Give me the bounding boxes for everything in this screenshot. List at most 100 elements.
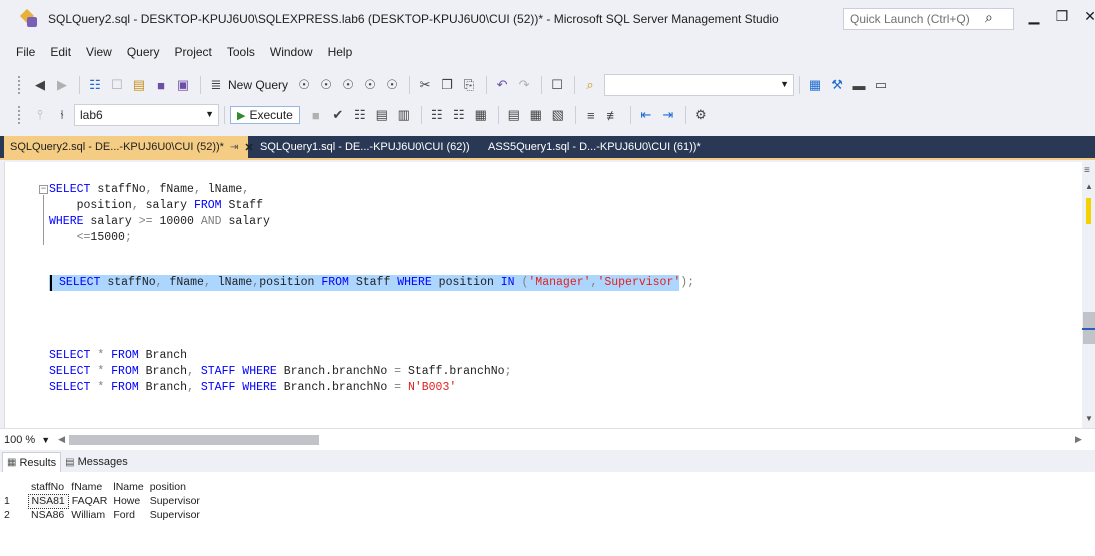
stop-icon[interactable]: ■ <box>306 105 326 125</box>
menu-file[interactable]: File <box>16 45 35 59</box>
estimated-plan-icon[interactable]: ☷ <box>350 105 370 125</box>
menu-view[interactable]: View <box>86 45 112 59</box>
new-file-icon[interactable]: ☐ <box>107 75 127 95</box>
parse-icon[interactable]: ✔ <box>328 105 348 125</box>
uncomment-icon[interactable]: ≢ <box>603 105 623 125</box>
menu-window[interactable]: Window <box>270 45 313 59</box>
tab-messages[interactable]: ▤ Messages <box>61 452 132 472</box>
scroll-right-icon[interactable]: ▶ <box>1075 434 1082 445</box>
execute-button[interactable]: ▶ Execute <box>230 106 300 124</box>
row-number-header[interactable] <box>0 480 28 494</box>
tab-ass5query1[interactable]: ASS5Query1.sql - D...-KPUJ6U0\CUI (61))* <box>482 136 707 158</box>
xmla-query-icon[interactable]: ☉ <box>360 75 380 95</box>
menu-project[interactable]: Project <box>175 45 212 59</box>
grid-cell[interactable]: FAQAR <box>68 494 110 508</box>
copy-icon[interactable]: ❐ <box>437 75 457 95</box>
split-window-icon[interactable]: ≡ <box>1084 165 1090 176</box>
toolbar-grip[interactable] <box>18 106 24 124</box>
cut-icon[interactable]: ✂ <box>415 75 435 95</box>
code-area[interactable]: − SELECT staffNo, fName, lName, position… <box>31 162 1083 428</box>
tab-sqlquery1[interactable]: SQLQuery1.sql - DE...-KPUJ6U0\CUI (62)) <box>254 136 476 158</box>
chevron-down-icon[interactable]: ▼ <box>41 435 50 445</box>
new-project-icon[interactable]: ☷ <box>85 75 105 95</box>
zoom-level[interactable]: 100 % <box>4 434 35 446</box>
tab-sqlquery2[interactable]: SQLQuery2.sql - DE...-KPUJ6U0\CUI (52))*… <box>4 136 254 158</box>
code-line: SELECT * FROM Branch <box>49 349 188 362</box>
query-options-icon[interactable]: ▤ <box>372 105 392 125</box>
search-icon[interactable]: ⌕ <box>985 9 993 26</box>
dax-query-icon[interactable]: ☉ <box>382 75 402 95</box>
database-select[interactable]: lab6 ▼ <box>74 104 219 126</box>
paste-icon[interactable]: ⎘ <box>459 75 479 95</box>
restore-icon[interactable]: ❐ <box>1052 8 1072 25</box>
connect-icon[interactable]: ⫯ <box>30 105 50 125</box>
menu-help[interactable]: Help <box>328 45 353 59</box>
chevron-down-icon[interactable]: ▼ <box>205 109 214 119</box>
toolbox-icon[interactable]: ▬ <box>849 75 869 95</box>
include-plan-icon[interactable]: ☷ <box>427 105 447 125</box>
properties-icon[interactable]: ▦ <box>805 75 825 95</box>
dmx-query-icon[interactable]: ☉ <box>338 75 358 95</box>
toolbar-grip[interactable] <box>18 76 24 94</box>
open-folder-icon[interactable]: ▤ <box>129 75 149 95</box>
client-stats-icon[interactable]: ▦ <box>471 105 491 125</box>
chevron-down-icon[interactable]: ▼ <box>780 79 789 89</box>
horizontal-scroll-thumb[interactable] <box>69 434 320 445</box>
column-header[interactable]: staffNo <box>28 480 68 494</box>
solution-config-icon[interactable]: ☐ <box>547 75 567 95</box>
grid-cell[interactable]: Supervisor <box>147 494 203 508</box>
results-to-file-icon[interactable]: ▧ <box>548 105 568 125</box>
live-stats-icon[interactable]: ☷ <box>449 105 469 125</box>
window-icon[interactable]: ▭ <box>871 75 891 95</box>
find-icon[interactable]: ⌕ <box>580 75 600 95</box>
intellisense-icon[interactable]: ▥ <box>394 105 414 125</box>
close-icon[interactable]: ✕ <box>244 141 253 154</box>
column-header[interactable]: lName <box>110 480 146 494</box>
save-icon[interactable]: ■ <box>151 75 171 95</box>
grid-cell[interactable]: William <box>68 508 110 522</box>
grid-cell[interactable]: Ford <box>110 508 146 522</box>
find-combo[interactable]: ▼ <box>604 74 795 96</box>
decrease-indent-icon[interactable]: ⇤ <box>636 105 656 125</box>
grid-cell[interactable]: NSA81 <box>27 493 69 509</box>
column-header[interactable]: position <box>147 480 203 494</box>
minimize-icon[interactable]: ▁ <box>1024 8 1044 25</box>
row-number[interactable]: 1 <box>0 494 28 508</box>
menu-edit[interactable]: Edit <box>50 45 71 59</box>
scroll-up-icon[interactable]: ▲ <box>1085 182 1093 191</box>
pin-icon[interactable]: ⇥ <box>230 142 238 153</box>
change-connection-icon[interactable]: ⫮ <box>52 105 72 125</box>
table-row[interactable]: 1 NSA81 FAQAR Howe Supervisor <box>0 493 203 509</box>
forward-icon[interactable]: ▶ <box>52 75 72 95</box>
scroll-down-icon[interactable]: ▼ <box>1085 414 1093 423</box>
save-all-icon[interactable]: ▣ <box>173 75 193 95</box>
increase-indent-icon[interactable]: ⇥ <box>658 105 678 125</box>
new-query-icon[interactable]: ≣ <box>206 75 226 95</box>
database-query-icon[interactable]: ☉ <box>294 75 314 95</box>
tools-icon[interactable]: ⚒ <box>827 75 847 95</box>
results-to-text-icon[interactable]: ▤ <box>504 105 524 125</box>
grid-cell[interactable]: Howe <box>110 494 146 508</box>
results-to-grid-icon[interactable]: ▦ <box>526 105 546 125</box>
collapse-icon[interactable]: − <box>39 185 48 194</box>
tab-results[interactable]: ▦ Results <box>2 452 62 472</box>
grid-cell[interactable]: NSA86 <box>28 508 68 522</box>
back-icon[interactable]: ◀ <box>30 75 50 95</box>
close-window-icon[interactable]: ✕ <box>1080 8 1095 25</box>
new-query-button[interactable]: New Query <box>228 78 288 92</box>
mdx-query-icon[interactable]: ☉ <box>316 75 336 95</box>
editor-vertical-scrollbar[interactable]: ▲ ▼ <box>1082 162 1095 428</box>
template-params-icon[interactable]: ⚙ <box>691 105 711 125</box>
row-number[interactable]: 2 <box>0 508 28 522</box>
grid-cell[interactable]: Supervisor <box>147 508 203 522</box>
comment-icon[interactable]: ≡ <box>581 105 601 125</box>
menu-query[interactable]: Query <box>127 45 160 59</box>
column-header[interactable]: fName <box>68 480 110 494</box>
scroll-left-icon[interactable]: ◀ <box>58 434 65 445</box>
table-row[interactable]: 2 NSA86 William Ford Supervisor <box>0 508 203 522</box>
redo-icon[interactable]: ↷ <box>514 75 534 95</box>
menu-tools[interactable]: Tools <box>227 45 255 59</box>
query-editor[interactable]: − SELECT staffNo, fName, lName, position… <box>4 162 1082 428</box>
undo-icon[interactable]: ↶ <box>492 75 512 95</box>
results-grid[interactable]: staffNo fName lName position 1 NSA81 FAQ… <box>0 480 203 522</box>
